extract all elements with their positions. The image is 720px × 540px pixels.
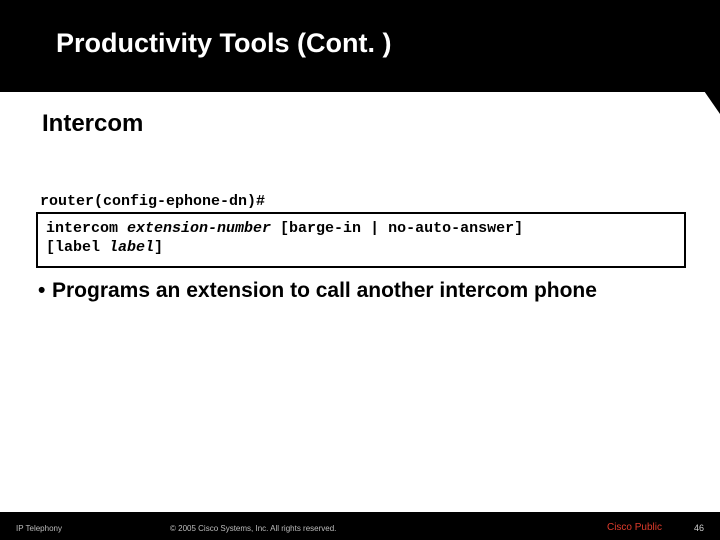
cli-prompt: router(config-ephone-dn)#	[40, 193, 265, 210]
bullet-text: Programs an extension to call another in…	[52, 279, 597, 302]
slide-title: Productivity Tools (Cont. )	[56, 28, 391, 59]
cmd-arg-extension: extension-number	[127, 220, 271, 237]
bullet-dot: •	[38, 278, 52, 303]
cmd-keyword: ]	[154, 239, 163, 256]
bullet-item: •Programs an extension to call another i…	[38, 278, 678, 303]
section-heading: Intercom	[42, 110, 143, 138]
footer-page-number: 46	[694, 523, 704, 533]
cmd-keyword: [barge-in | no-auto-answer]	[271, 220, 523, 237]
footer-copyright: © 2005 Cisco Systems, Inc. All rights re…	[170, 524, 336, 533]
cmd-keyword: intercom	[46, 220, 127, 237]
cmd-arg-label: label	[109, 239, 154, 256]
footer-public: Cisco Public	[607, 522, 662, 533]
cmd-keyword: [label	[46, 239, 109, 256]
footer-left: IP Telephony	[16, 524, 62, 533]
slide: Productivity Tools (Cont. ) Intercom rou…	[0, 0, 720, 540]
command-syntax-box: intercom extension-number [barge-in | no…	[36, 212, 686, 268]
footer-bar: IP Telephony © 2005 Cisco Systems, Inc. …	[0, 512, 720, 540]
